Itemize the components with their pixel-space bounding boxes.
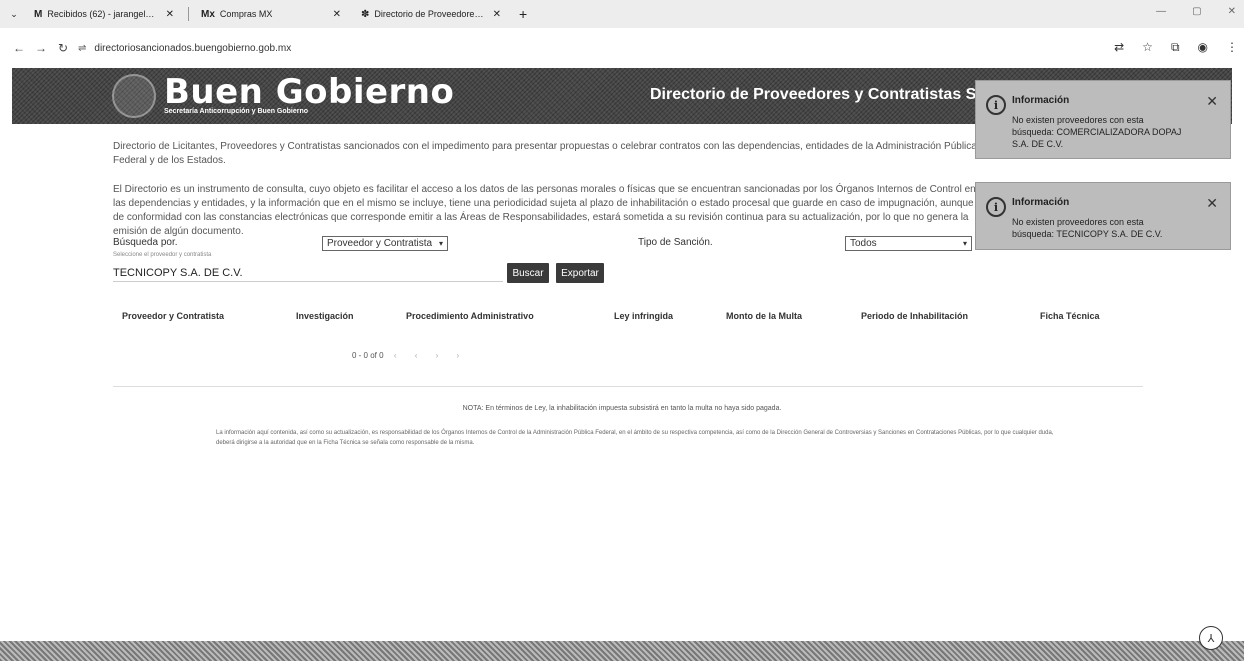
tab-search-icon[interactable]: ⌄ bbox=[6, 9, 22, 20]
table-divider bbox=[113, 386, 1143, 387]
browser-tab-compras[interactable]: Mx Compras MX ✕ bbox=[195, 3, 347, 25]
close-icon[interactable]: ✕ bbox=[1206, 93, 1218, 110]
tab-divider bbox=[188, 7, 189, 21]
browser-tab-directorio[interactable]: ✽ Directorio de Proveedores y C ✕ bbox=[355, 3, 507, 25]
reload-icon[interactable]: ↻ bbox=[52, 41, 74, 55]
nota-text: NOTA: En términos de Ley, la inhabilitac… bbox=[462, 405, 782, 412]
browser-tab-gmail[interactable]: M Recibidos (62) - jarangel@conc ✕ bbox=[28, 3, 180, 25]
accessibility-icon[interactable]: ⅄ bbox=[1199, 626, 1223, 650]
brand-title[interactable]: Buen Gobierno bbox=[164, 72, 454, 112]
bookmark-star-icon[interactable]: ☆ bbox=[1142, 40, 1153, 55]
profile-icon[interactable]: ◉ bbox=[1198, 40, 1208, 55]
close-tab-icon[interactable]: ✕ bbox=[493, 9, 501, 20]
url-text: directoriosancionados.buengobierno.gob.m… bbox=[94, 42, 292, 54]
col-procedimiento[interactable]: Procedimiento Administrativo bbox=[406, 311, 534, 321]
site-info-icon[interactable]: ⇌ bbox=[78, 43, 86, 54]
extensions-icon[interactable]: ⧉ bbox=[1171, 40, 1180, 55]
page-title: Directorio de Proveedores y Contratistas… bbox=[650, 86, 1009, 103]
restore-icon[interactable]: ▢ bbox=[1192, 6, 1201, 17]
buscar-button[interactable]: Buscar bbox=[507, 263, 549, 283]
close-icon[interactable]: ✕ bbox=[1206, 195, 1218, 212]
col-ficha[interactable]: Ficha Técnica bbox=[1040, 311, 1100, 321]
search-input[interactable]: TECNICOPY S.A. DE C.V. bbox=[113, 264, 503, 282]
tab-title: Compras MX bbox=[219, 9, 273, 19]
forward-icon[interactable]: → bbox=[30, 41, 52, 55]
gmail-icon: M bbox=[34, 8, 43, 20]
busqueda-selected: Proveedor y Contratista bbox=[327, 238, 433, 249]
new-tab-button[interactable]: + bbox=[519, 6, 527, 22]
col-investigacion[interactable]: Investigación bbox=[296, 311, 354, 321]
toast-title: Información bbox=[1012, 197, 1070, 208]
url-field[interactable]: ⇌ directoriosancionados.buengobierno.gob… bbox=[78, 43, 291, 54]
toolbar-icons: ⇄ ☆ ⧉ ◉ ⋮ bbox=[1114, 40, 1238, 55]
tipo-sancion-label: Tipo de Sanción. bbox=[638, 237, 713, 248]
pager-range: 0 - 0 of 0 bbox=[352, 351, 384, 360]
window-controls: — ▢ ✕ bbox=[1156, 6, 1236, 17]
site-favicon-icon: ✽ bbox=[361, 8, 370, 20]
chevron-down-icon: ▾ bbox=[962, 239, 967, 248]
tipo-sancion-select[interactable]: Todos ▾ bbox=[845, 236, 972, 251]
info-icon: i bbox=[986, 197, 1006, 217]
pager-nav-icons[interactable]: ‹ ‹ › › bbox=[394, 351, 467, 360]
toast-message: No existen proveedores con esta búsqueda… bbox=[1012, 115, 1182, 149]
col-monto[interactable]: Monto de la Multa bbox=[726, 311, 802, 321]
toast-notification: i Información No existen proveedores con… bbox=[975, 80, 1231, 159]
government-seal-icon bbox=[112, 74, 156, 118]
browser-tabstrip: ⌄ M Recibidos (62) - jarangel@conc ✕ Mx … bbox=[0, 0, 1244, 28]
search-hint: Seleccione el proveedor y contratista bbox=[113, 252, 212, 258]
brand-subtitle: Secretaría Anticorrupción y Buen Gobiern… bbox=[164, 108, 309, 115]
intro-paragraph-1: Directorio de Licitantes, Proveedores y … bbox=[113, 141, 977, 166]
compras-icon: Mx bbox=[201, 8, 215, 20]
menu-kebab-icon[interactable]: ⋮ bbox=[1226, 40, 1238, 55]
disclaimer-text: La información aquí contenida, así como … bbox=[216, 430, 1054, 446]
search-input-value: TECNICOPY S.A. DE C.V. bbox=[113, 266, 243, 279]
toast-title: Información bbox=[1012, 95, 1070, 106]
tab-title: Recibidos (62) - jarangel@conc bbox=[47, 9, 160, 19]
chevron-down-icon: ▾ bbox=[438, 239, 443, 248]
exportar-button[interactable]: Exportar bbox=[556, 263, 604, 283]
busqueda-label: Búsqueda por. bbox=[113, 237, 178, 248]
intro-paragraph-2: El Directorio es un instrumento de consu… bbox=[113, 184, 976, 237]
col-ley[interactable]: Ley infringida bbox=[614, 311, 673, 321]
close-tab-icon[interactable]: ✕ bbox=[166, 9, 174, 20]
col-proveedor[interactable]: Proveedor y Contratista bbox=[122, 311, 224, 321]
minimize-icon[interactable]: — bbox=[1156, 6, 1166, 17]
toast-notification: i Información No existen proveedores con… bbox=[975, 182, 1231, 250]
toast-message: No existen proveedores con esta búsqueda… bbox=[1012, 217, 1163, 239]
info-icon: i bbox=[986, 95, 1006, 115]
close-window-icon[interactable]: ✕ bbox=[1228, 6, 1236, 17]
col-periodo[interactable]: Periodo de Inhabilitación bbox=[861, 311, 968, 321]
paginator: 0 - 0 of 0 ‹ ‹ › › bbox=[352, 351, 467, 360]
footer-pattern-band bbox=[0, 641, 1244, 661]
translate-icon[interactable]: ⇄ bbox=[1114, 40, 1124, 55]
back-icon[interactable]: ← bbox=[8, 41, 30, 55]
address-bar: ← → ↻ ⇌ directoriosancionados.buengobier… bbox=[0, 28, 1244, 68]
close-tab-icon[interactable]: ✕ bbox=[333, 9, 341, 20]
tipo-sancion-selected: Todos bbox=[850, 238, 877, 249]
busqueda-select[interactable]: Proveedor y Contratista ▾ bbox=[322, 236, 448, 251]
tab-title: Directorio de Proveedores y C bbox=[374, 9, 487, 19]
